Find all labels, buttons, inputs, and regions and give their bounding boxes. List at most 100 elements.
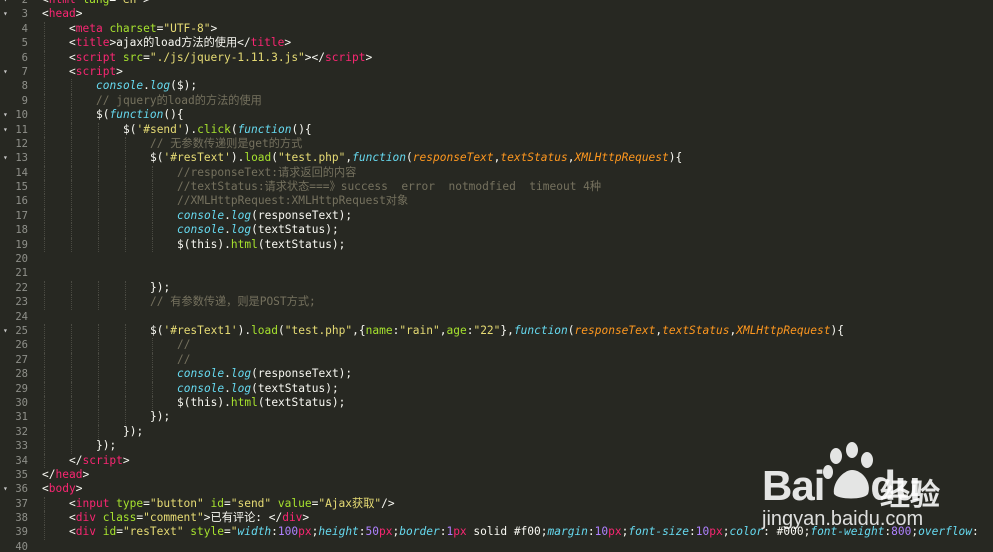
fold-arrow-icon[interactable]: ▾	[3, 65, 8, 79]
code-line[interactable]: 9 // jquery的load的方法的使用	[0, 93, 993, 109]
code-token: >	[365, 50, 373, 64]
code-token: '#resText'	[163, 151, 231, 165]
code-line[interactable]: 36 ▾ <body>	[0, 482, 993, 496]
code-token: <	[69, 525, 76, 539]
code-token: "test.php"	[284, 323, 353, 337]
indent-guide	[98, 381, 99, 396]
code-token: "test.php"	[278, 151, 346, 165]
code-line[interactable]: 4 <meta charset="UTF-8">	[0, 21, 993, 37]
code-line[interactable]: 26 //	[0, 338, 993, 353]
code-lines: 2▾<html lang="en">3▾<head>4<meta charset…	[0, 0, 993, 552]
indent-guide	[125, 151, 126, 166]
code-line[interactable]: 20	[0, 252, 993, 266]
code-token: <	[69, 36, 76, 50]
code-token: value	[271, 496, 312, 510]
code-token: console	[177, 208, 225, 222]
indent-guide	[152, 180, 153, 195]
fold-arrow-icon[interactable]: ▾	[3, 123, 8, 137]
indent-guide	[44, 180, 45, 195]
code-line[interactable]: 38 <div class="comment">已有评论: </div>	[0, 511, 993, 526]
code-line[interactable]: 33});	[0, 439, 993, 454]
code-line[interactable]: 19 $(this).html(textStatus);	[0, 237, 993, 253]
code-line[interactable]: 10 ▾ $(function(){	[0, 108, 993, 123]
code-line[interactable]: 15 //textStatus:请求状态===》success error not…	[0, 180, 993, 195]
indent-guide	[44, 453, 45, 468]
code-token: load	[251, 323, 279, 337]
code-line[interactable]: 29 console.log(textStatus);	[0, 381, 993, 396]
code-line[interactable]: 24	[0, 310, 993, 324]
code-editor[interactable]: 2▾<html lang="en">3▾<head>4<meta charset…	[0, 0, 993, 552]
indent-guide	[44, 151, 45, 166]
code-line[interactable]: 7 ▾ <script>	[0, 64, 993, 80]
code-token: <	[42, 7, 49, 21]
code-text: $('#resText1').load("test.php",{name:"ra…	[150, 324, 844, 338]
code-token: border	[399, 525, 440, 539]
indent-guide	[98, 280, 99, 296]
code-token: ).	[183, 122, 198, 136]
code-line[interactable]: 14 //responseText:请求返回的内容	[0, 165, 993, 181]
code-token: "comment"	[143, 511, 204, 525]
code-line[interactable]: 22});	[0, 280, 993, 296]
code-line[interactable]: 28 console.log(responseText);	[0, 367, 993, 382]
indent-guide	[71, 323, 72, 339]
code-token: >	[82, 467, 90, 481]
indent-guide	[125, 165, 126, 181]
code-line[interactable]: 5 <title>ajax的load方法的使用</title>	[0, 36, 993, 51]
fold-arrow-icon[interactable]: ▾	[3, 7, 8, 21]
code-token: function	[109, 108, 164, 122]
code-line[interactable]: 8 console.log($);	[0, 79, 993, 94]
code-line[interactable]: 23 // 有参数传递，则是POST方式;	[0, 295, 993, 310]
code-line[interactable]: 2▾<html lang="en">	[0, 0, 993, 7]
code-line[interactable]: 37 <input type="button" id="send" value="…	[0, 496, 993, 512]
code-line[interactable]: 3 ▾ <head>	[0, 7, 993, 21]
indent-guide	[71, 295, 72, 310]
code-token: ){	[668, 151, 683, 165]
code-token: });	[150, 280, 171, 294]
fold-arrow-icon[interactable]: ▾	[3, 151, 8, 165]
fold-arrow-icon[interactable]: ▾	[3, 0, 8, 7]
fold-arrow-icon[interactable]: ▾	[3, 108, 8, 122]
line-number: 15	[15, 181, 28, 194]
code-line[interactable]: 35 </head>	[0, 468, 993, 482]
code-token: >已有评论: </	[203, 511, 283, 525]
code-line[interactable]: 25 ▾ $('#resText1').load("test.php",{name:…	[0, 323, 993, 339]
code-token: console	[177, 381, 225, 395]
code-line[interactable]: 32});	[0, 424, 993, 440]
code-line[interactable]: 11 ▾ $('#send').click(function(){	[0, 122, 993, 137]
code-line[interactable]: 34 </script>	[0, 453, 993, 468]
code-text: console.log(textStatus);	[177, 223, 339, 237]
code-line[interactable]: 17 console.log(responseText);	[0, 208, 993, 224]
indent-guide	[71, 381, 72, 396]
indent-guide	[125, 367, 126, 382]
code-text: </head>	[42, 468, 89, 482]
indent-guide	[44, 367, 45, 382]
indent-guide	[98, 151, 99, 166]
code-line[interactable]: 21	[0, 266, 993, 280]
line-number: 19	[15, 238, 28, 251]
indent-guide	[125, 338, 126, 353]
fold-arrow-icon[interactable]: ▾	[3, 482, 8, 496]
code-token: >ajax的load方法的使用</	[109, 36, 251, 50]
code-text: });	[123, 425, 143, 439]
code-line[interactable]: 39 <div id="resText" style="width:100px;h…	[0, 525, 993, 540]
code-line[interactable]: 30 $(this).html(textStatus);	[0, 395, 993, 411]
code-token: (textStatus);	[257, 237, 346, 251]
code-line[interactable]: 13 ▾ $('#resText').load("test.php",functio…	[0, 151, 993, 166]
indent-guide	[71, 280, 72, 296]
code-line[interactable]: 6 <script src="./js/jquery-1.11.3.js"></s…	[0, 50, 993, 65]
code-line[interactable]: 31});	[0, 410, 993, 425]
fold-arrow-icon[interactable]: ▾	[3, 324, 8, 338]
code-token: log	[230, 223, 252, 237]
code-token: px	[453, 525, 467, 539]
line-number: 40	[15, 540, 28, 552]
code-line[interactable]: 27 //	[0, 352, 993, 368]
indent-guide	[44, 410, 45, 425]
code-text: // 有参数传递，则是POST方式;	[150, 295, 316, 309]
code-token: <	[69, 21, 76, 35]
code-line[interactable]: 40	[0, 540, 993, 552]
code-token: $(	[150, 323, 164, 337]
code-line[interactable]: 12 // 无参数传递则是get的方式	[0, 136, 993, 152]
code-line[interactable]: 18 console.log(textStatus);	[0, 223, 993, 238]
indent-guide	[71, 136, 72, 152]
code-line[interactable]: 16 //XMLHttpRequest:XMLHttpRequest对象	[0, 194, 993, 209]
